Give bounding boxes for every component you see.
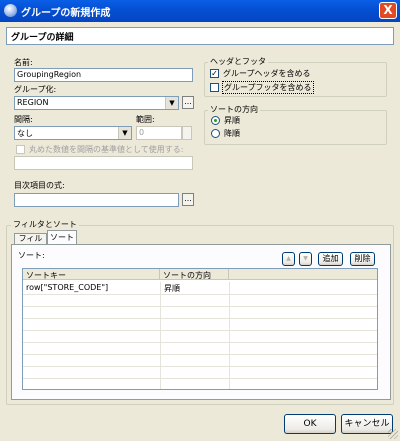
arrow-up-icon: ▲: [286, 255, 291, 262]
tab-sort[interactable]: ソート: [47, 230, 77, 245]
group-on-label: グループ化:: [14, 85, 57, 94]
group-on-expression-button[interactable]: ...: [182, 96, 194, 109]
move-up-button[interactable]: ▲: [282, 252, 295, 266]
add-button[interactable]: 追加: [318, 252, 343, 266]
grid-line: [23, 306, 377, 307]
sort-direction-title: ソートの方向: [208, 104, 260, 115]
grid-line: [160, 282, 161, 389]
close-button[interactable]: X: [379, 2, 397, 19]
interval-select[interactable]: なし ▼: [14, 126, 132, 140]
column-header-sort-key[interactable]: ソートキー: [23, 269, 160, 280]
include-footer-checkbox[interactable]: [210, 83, 219, 92]
sort-key-cell: row["STORE_CODE"]: [26, 283, 109, 292]
range-label: 範囲:: [136, 115, 155, 124]
tab-filter[interactable]: フィルタ: [14, 233, 47, 253]
descending-label: 降順: [224, 129, 240, 138]
include-header-checkbox[interactable]: ✓: [210, 69, 219, 78]
grid-line: [23, 330, 377, 331]
column-header-sort-direction[interactable]: ソートの方向: [160, 269, 229, 280]
group-on-value: REGION: [17, 98, 49, 107]
window-title: グループの新規作成: [21, 8, 111, 19]
page-title: グループの詳細: [6, 27, 394, 45]
grid-line: [23, 378, 377, 379]
grid-line: [23, 354, 377, 355]
table-row[interactable]: row["STORE_CODE"] 昇順: [23, 282, 377, 294]
chevron-down-icon: ▼: [165, 97, 178, 109]
round-base-checkbox[interactable]: [16, 145, 25, 154]
chevron-down-icon: ▼: [118, 127, 131, 139]
cancel-button[interactable]: キャンセル: [341, 414, 393, 434]
delete-button[interactable]: 削除: [350, 252, 375, 266]
name-field[interactable]: GroupingRegion: [14, 68, 193, 82]
ascending-radio[interactable]: [211, 116, 220, 125]
grid-line: [23, 294, 377, 295]
toc-expression-button[interactable]: ...: [182, 193, 194, 206]
header-footer-title: ヘッダとフッタ: [208, 56, 268, 67]
range-spinner[interactable]: [182, 126, 192, 140]
arrow-down-icon: ▼: [303, 255, 308, 262]
group-on-select[interactable]: REGION ▼: [14, 96, 179, 110]
round-base-field[interactable]: [14, 156, 193, 170]
ascending-label: 昇順: [224, 116, 240, 125]
interval-value: なし: [17, 129, 33, 138]
app-icon: [4, 4, 17, 17]
column-header-filler: [229, 269, 377, 280]
interval-label: 間隔:: [14, 115, 33, 124]
round-base-label: 丸めた数値を間隔の基準値として使用する:: [29, 145, 184, 154]
move-down-button[interactable]: ▼: [299, 252, 312, 266]
include-header-label: グループヘッダを含める: [223, 69, 311, 78]
grid-line: [23, 366, 377, 367]
sort-label: ソート:: [18, 251, 45, 260]
range-field[interactable]: 0: [136, 126, 182, 140]
toc-label: 目次項目の式:: [14, 181, 65, 190]
sort-direction-cell: 昇順: [164, 284, 180, 293]
filter-sort-title: フィルタとソート: [11, 219, 79, 230]
grid-line: [229, 282, 230, 389]
grid-line: [23, 342, 377, 343]
toc-field[interactable]: [14, 193, 179, 207]
name-label: 名前:: [14, 58, 33, 67]
grid-line: [23, 318, 377, 319]
resize-grip-icon[interactable]: [388, 429, 398, 439]
descending-radio[interactable]: [211, 129, 220, 138]
ok-button[interactable]: OK: [284, 414, 336, 434]
include-footer-label: グループフッタを含める: [222, 81, 314, 94]
